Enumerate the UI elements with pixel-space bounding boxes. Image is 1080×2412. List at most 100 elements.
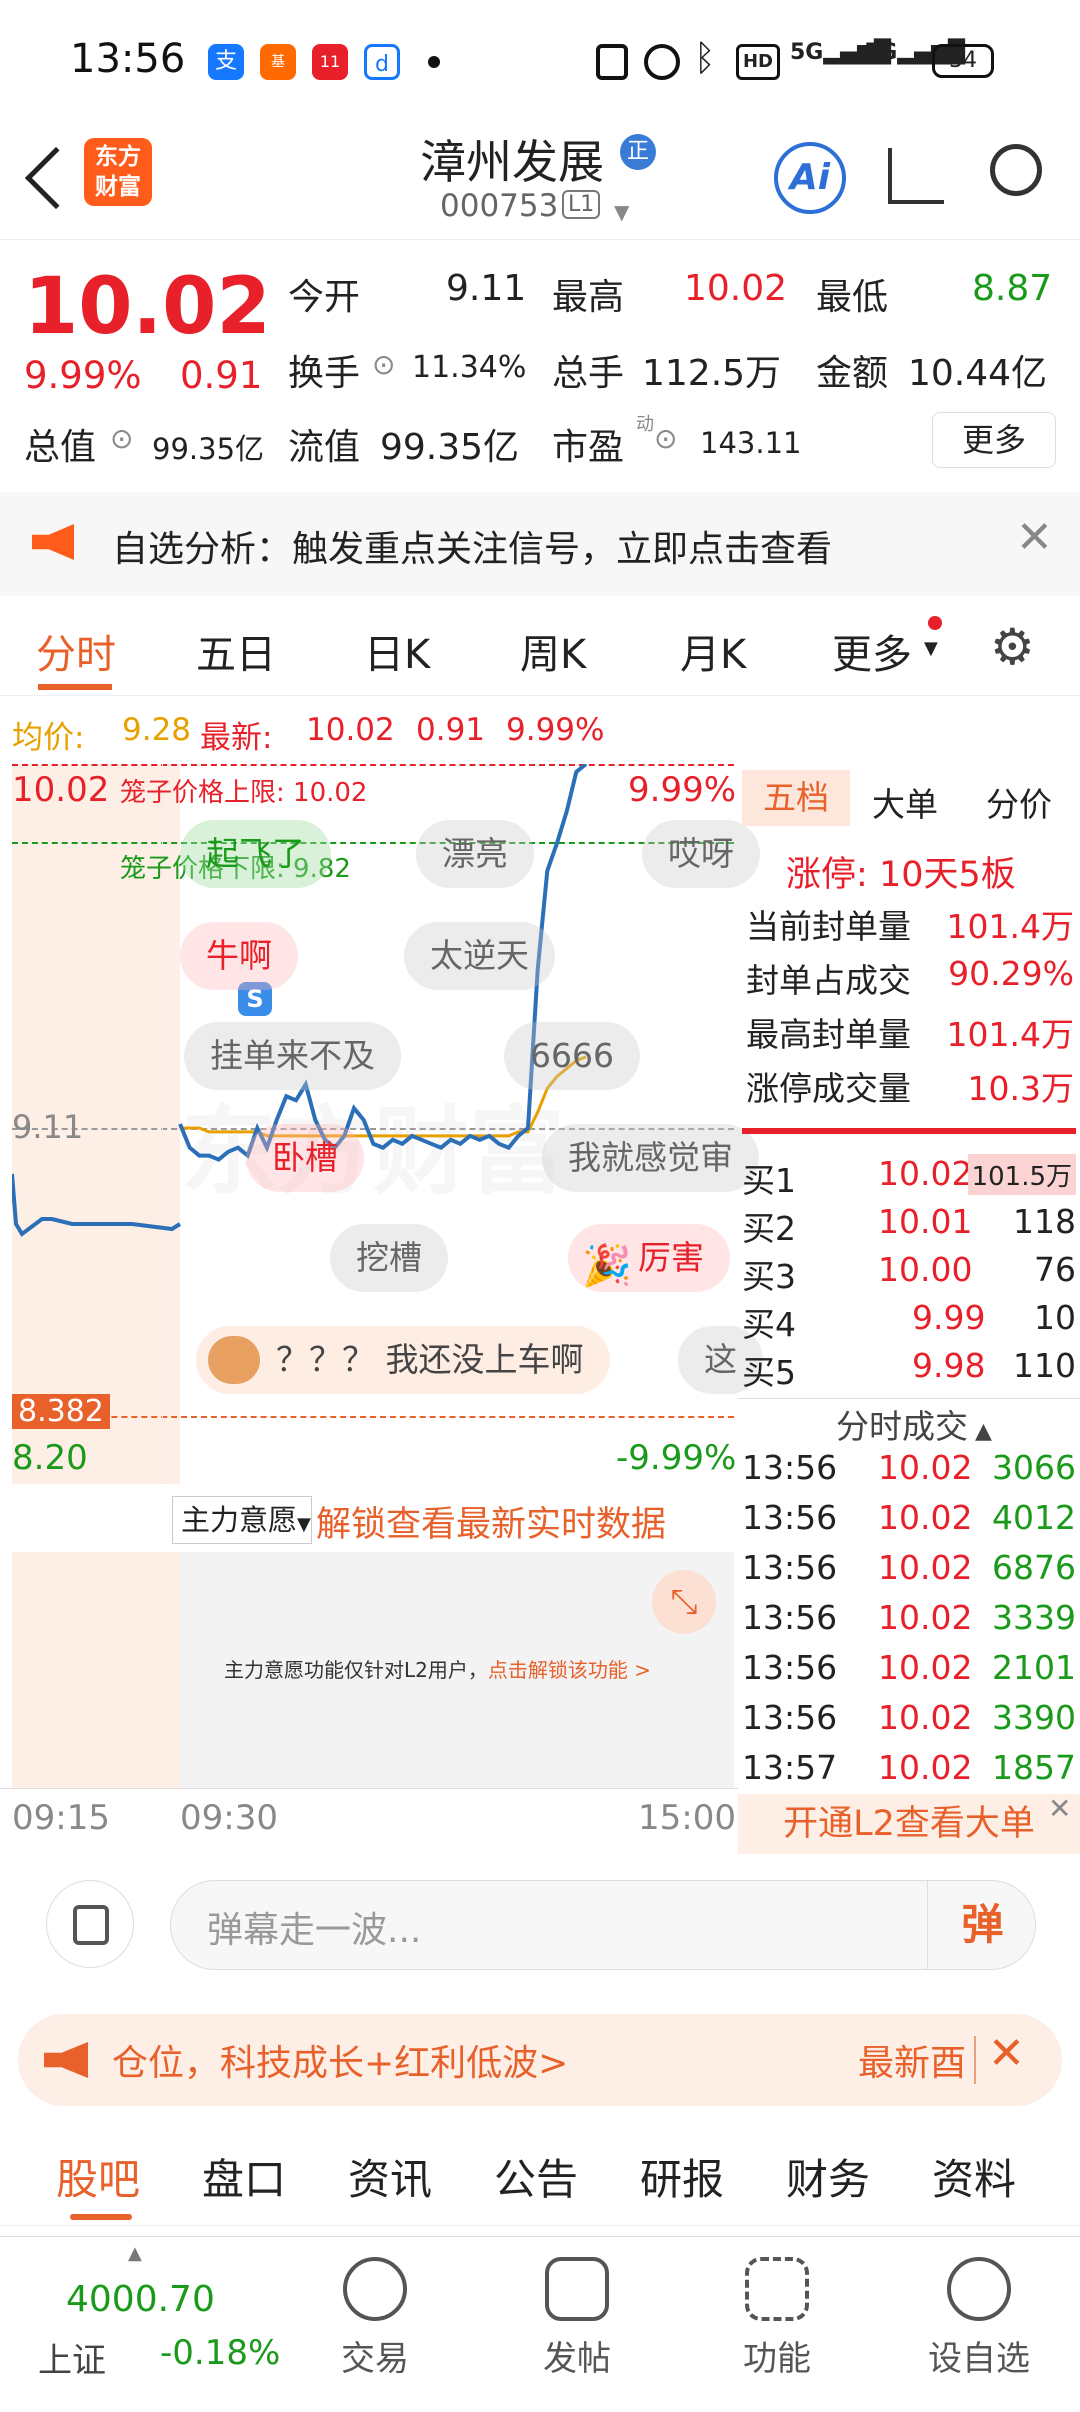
- danmaku-bubble: 6666: [504, 1022, 640, 1090]
- danmaku-bubble: 我就感觉审: [542, 1124, 759, 1192]
- prev-close-label: 9.11: [12, 1108, 84, 1146]
- unlock-feature-link[interactable]: 点击解锁该功能 >: [488, 1658, 651, 1682]
- info-icon[interactable]: ⊙: [654, 422, 677, 455]
- info-icon[interactable]: ⊙: [110, 422, 133, 455]
- tab-finance[interactable]: 财务: [786, 2146, 870, 2207]
- tab-add-watchlist[interactable]: 设自选: [904, 2257, 1054, 2380]
- status-time: 13:56: [70, 36, 186, 82]
- chevron-down-icon: ▼: [297, 1514, 311, 1535]
- latest-change: 0.91: [416, 712, 486, 748]
- notice-bar[interactable]: 自选分析：触发重点关注信号，立即点击查看 ✕: [0, 492, 1080, 596]
- x-tick-label: 09:30: [180, 1798, 278, 1838]
- comment-bar: 弹幕走一波... 弹: [0, 1854, 1080, 1994]
- tab-week-k[interactable]: 周K: [520, 622, 586, 680]
- share-icon[interactable]: [888, 148, 944, 204]
- cursor-price-label: 8.382: [12, 1394, 110, 1429]
- tab-price-dist[interactable]: 分价: [986, 778, 1052, 826]
- tab-five-day[interactable]: 五日: [196, 622, 276, 680]
- tick-time: 13:56: [742, 1648, 838, 1687]
- tick-volume: 4012: [992, 1498, 1076, 1537]
- tick-price: 10.02: [878, 1648, 973, 1687]
- tab-label: 交易: [341, 2339, 409, 2379]
- index-value[interactable]: 4000.70: [66, 2279, 215, 2320]
- index-name: 上证: [38, 2341, 106, 2381]
- gear-icon[interactable]: ⚙: [990, 618, 1035, 676]
- amount-value: 10.44亿: [908, 353, 1048, 394]
- close-icon[interactable]: ✕: [1016, 512, 1053, 563]
- main-force-select[interactable]: 主力意愿▼: [172, 1496, 312, 1544]
- tab-handicap[interactable]: 盘口: [202, 2146, 286, 2207]
- tick-price: 10.02: [878, 1448, 973, 1487]
- ticks-header[interactable]: 分时成交 ▲: [836, 1400, 992, 1448]
- avg-value: 9.28: [122, 712, 192, 748]
- verified-badge: 正: [620, 134, 656, 170]
- upper-cage-label: 笼子价格上限: 10.02: [120, 778, 368, 808]
- doc-icon: [73, 1905, 109, 1945]
- divider: [0, 1788, 738, 1789]
- tab-big-orders[interactable]: 大单: [872, 778, 938, 826]
- tab-trade[interactable]: 交易: [300, 2257, 450, 2380]
- unlock-link[interactable]: 解锁查看最新实时数据: [316, 1496, 666, 1547]
- open-l2-button[interactable]: 开通L2查看大单: [738, 1794, 1080, 1854]
- nav-header: 东方 财富 漳州发展 正 000753 L1 ▼ Ai: [0, 120, 1080, 240]
- ticks-title: 分时成交: [836, 1407, 968, 1446]
- more-button[interactable]: 更多: [932, 412, 1056, 468]
- tick-volume: 3390: [992, 1698, 1076, 1737]
- tab-month-k[interactable]: 月K: [680, 622, 746, 680]
- chevron-down-icon[interactable]: ▼: [614, 200, 629, 224]
- tick-volume: 3066: [992, 1448, 1076, 1487]
- battery-icon: 34: [932, 44, 994, 78]
- back-icon[interactable]: [24, 146, 88, 210]
- tick-price: 10.02: [878, 1598, 973, 1637]
- expand-icon[interactable]: ⤡: [652, 1570, 716, 1634]
- bid-label: 买2: [742, 1209, 796, 1248]
- logo-line: 东方: [95, 144, 141, 170]
- ai-icon[interactable]: Ai: [774, 142, 846, 214]
- danmaku-input[interactable]: 弹幕走一波... 弹: [170, 1880, 1036, 1970]
- firework-icon: 🎉: [582, 1243, 632, 1289]
- search-icon[interactable]: [990, 144, 1042, 196]
- nfc-icon: [596, 44, 628, 80]
- tick-volume: 3339: [992, 1598, 1076, 1637]
- tab-announcements[interactable]: 公告: [494, 2146, 578, 2207]
- intraday-chart[interactable]: 东方财富 10.02 笼子价格上限: 10.02 9.99% 笼子价格下限: 9…: [12, 764, 763, 1484]
- level-badge: L1: [562, 190, 601, 219]
- bid-label: 买3: [742, 1257, 796, 1296]
- close-icon[interactable]: ✕: [988, 2028, 1025, 2079]
- danmaku-bubble: ？？？ 我还没上车啊: [196, 1326, 610, 1394]
- tick-time: 13:57: [742, 1748, 838, 1787]
- info-icon[interactable]: ⊙: [372, 348, 395, 381]
- bid-price: 9.99: [912, 1298, 986, 1337]
- bid-volume: 101.5万: [967, 1154, 1076, 1195]
- close-icon[interactable]: ✕: [1048, 1792, 1071, 1825]
- low-value: 8.87: [972, 268, 1053, 309]
- bluetooth-icon: ᛒ: [694, 38, 716, 79]
- turnover-label: 换手: [288, 353, 361, 394]
- tab-more[interactable]: 更多: [832, 622, 912, 680]
- tab-five-level[interactable]: 五档: [742, 770, 850, 826]
- tab-day-k[interactable]: 日K: [364, 622, 430, 680]
- tab-label: 发帖: [543, 2339, 611, 2379]
- tab-post[interactable]: 发帖: [502, 2257, 652, 2380]
- stat-value: 10.3万: [967, 1069, 1074, 1108]
- danmaku-settings-icon[interactable]: [46, 1880, 134, 1968]
- tab-intraday[interactable]: 分时: [36, 622, 116, 680]
- latest-label: 最新:: [200, 720, 273, 756]
- tab-forum[interactable]: 股吧: [56, 2146, 140, 2207]
- amount-label: 金额: [816, 353, 889, 394]
- bid-price: 10.01: [878, 1202, 973, 1241]
- promo-banner[interactable]: 仓位，科技成长+红利低波> 最新酉 ✕: [18, 2014, 1062, 2106]
- order-book-panel: 五档 大单 分价 涨停: 10天5板 当前封单量 101.4万 封单占成交 90.2…: [738, 764, 1080, 1854]
- stock-name: 漳州发展: [420, 135, 604, 189]
- tab-functions[interactable]: 功能: [702, 2257, 852, 2380]
- pre-market-line: [12, 1173, 182, 1237]
- last-price: 10.02: [24, 262, 271, 352]
- tick-volume: 2101: [992, 1648, 1076, 1687]
- tab-research[interactable]: 研报: [640, 2146, 724, 2207]
- megaphone-icon: [44, 2042, 88, 2078]
- send-danmaku-button[interactable]: 弹: [927, 1881, 1037, 1969]
- avatar: [208, 1336, 260, 1384]
- tab-news[interactable]: 资讯: [348, 2146, 432, 2207]
- more-icon: [947, 2257, 1011, 2321]
- tab-profile[interactable]: 资料: [932, 2146, 1016, 2207]
